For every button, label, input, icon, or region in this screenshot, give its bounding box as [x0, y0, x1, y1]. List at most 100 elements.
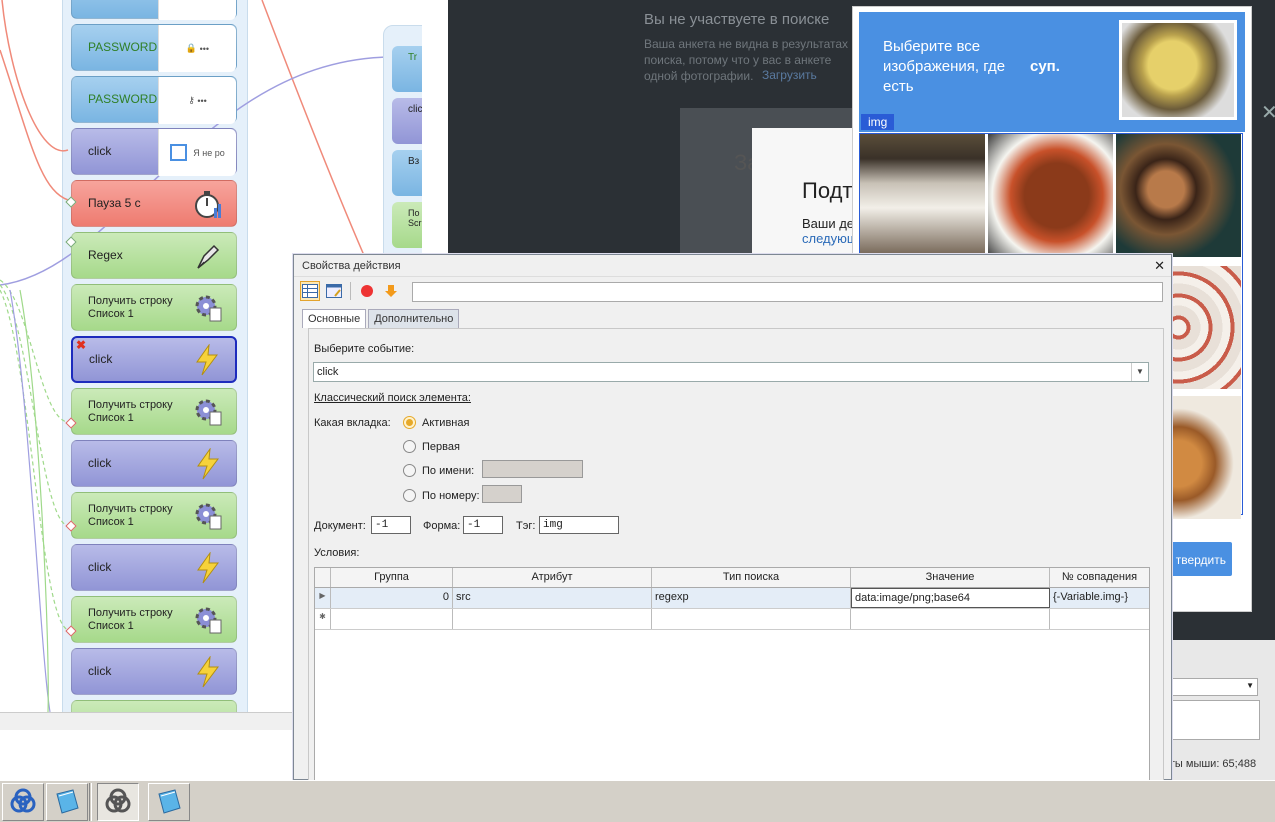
table-row[interactable]: ▶ 0 src regexp data:image/png;base64 {-V… — [315, 588, 1149, 609]
toolbar-input[interactable] — [412, 282, 1163, 302]
radio-by-name[interactable]: По имени: — [403, 464, 474, 477]
toolbar-separator — [350, 282, 351, 300]
tab-additional[interactable]: Дополнительно — [368, 309, 460, 328]
gear-icon — [188, 392, 228, 432]
mouse-coordinates: аты мыши: 65;488 — [1164, 758, 1257, 770]
right-block-4[interactable]: По Scr — [392, 202, 422, 248]
block-label: Regex — [88, 248, 123, 262]
error-icon: ✖ — [76, 338, 87, 352]
tag-input[interactable]: img — [539, 516, 619, 534]
action-block-click[interactable]: click — [71, 544, 237, 591]
event-select[interactable]: click ▼ — [313, 362, 1149, 382]
action-block-get-line[interactable]: Получить строку Список 1 — [71, 492, 237, 539]
right-block-2[interactable]: clic — [392, 98, 422, 144]
column-header-group[interactable]: Группа — [331, 568, 453, 587]
gear-icon — [188, 288, 228, 328]
cell-value[interactable]: data:image/png;base64 — [851, 588, 1050, 608]
column-header-value[interactable]: Значение — [851, 568, 1050, 587]
action-block-get-line[interactable]: Получить строку Список 1 — [71, 284, 237, 331]
chevron-down-icon: ▼ — [1131, 363, 1148, 381]
action-block-password-1[interactable]: PASSWORD 🔒 ••• — [71, 24, 237, 72]
block-thumbnail: 🔒 ••• — [158, 25, 236, 72]
side-status-panel: ▼ аты мыши: 65;488 — [1164, 640, 1275, 780]
cell-search-type[interactable]: regexp — [652, 588, 851, 608]
form-label: Форма: — [423, 520, 461, 532]
dialog-title: Свойства действия — [294, 255, 1171, 277]
cell-group[interactable]: 0 — [331, 588, 453, 608]
block-label: click — [89, 352, 113, 366]
cell-empty[interactable] — [1050, 609, 1149, 629]
action-block-click[interactable]: click — [71, 440, 237, 487]
thumb-text: Я не ро — [193, 147, 225, 158]
status-textbox[interactable] — [1172, 700, 1260, 740]
captcha-tile[interactable] — [1116, 134, 1241, 257]
taskbar-app-notebook-2[interactable] — [148, 783, 190, 821]
tab-name-input[interactable] — [482, 460, 583, 478]
canvas-horizontal-scrollbar[interactable] — [0, 712, 295, 730]
conditions-table[interactable]: Группа Атрибут Тип поиска Значение № сов… — [314, 567, 1150, 782]
gear-icon — [188, 496, 228, 536]
bg-upload-link[interactable]: Загрузить — [762, 68, 817, 82]
radio-first[interactable]: Первая — [403, 440, 460, 453]
radio-by-number-label: По номеру: — [422, 489, 480, 502]
radio-by-number[interactable]: По номеру: — [403, 489, 480, 502]
tab-number-input[interactable] — [482, 485, 522, 503]
close-icon[interactable]: ✕ — [1261, 100, 1275, 125]
arrow-down-icon[interactable] — [381, 281, 401, 301]
action-block-partial[interactable] — [71, 700, 237, 712]
radio-dot — [403, 416, 416, 429]
tab-main[interactable]: Основные — [302, 309, 367, 328]
column-header-attribute[interactable]: Атрибут — [453, 568, 652, 587]
action-block-pause[interactable]: Пауза 5 с — [71, 180, 237, 227]
status-dropdown[interactable]: ▼ — [1172, 678, 1258, 696]
block-label: click — [88, 560, 112, 574]
radio-by-name-label: По имени: — [422, 464, 475, 477]
document-input[interactable]: -1 — [371, 516, 411, 534]
captcha-tile[interactable] — [860, 134, 985, 257]
block-thumbnail: ⚷ ••• — [158, 77, 236, 124]
dialog-tabs: Основные Дополнительно — [302, 309, 461, 328]
table-view-icon[interactable] — [300, 281, 320, 301]
edit-window-icon[interactable] — [324, 281, 344, 301]
table-new-row[interactable]: ✱ — [315, 609, 1149, 630]
action-block-get-line[interactable]: Получить строку Список 1 — [71, 388, 237, 435]
radio-dot — [403, 464, 416, 477]
right-block-3[interactable]: Вз — [392, 150, 422, 196]
second-block-column: Tr clic Вз По Scr — [383, 25, 422, 255]
cell-match[interactable]: {-Variable.img-} — [1050, 588, 1149, 608]
block-label: Получить строку Список 1 — [88, 606, 173, 632]
column-header-search-type[interactable]: Тип поиска — [652, 568, 851, 587]
cell-empty[interactable] — [331, 609, 453, 629]
action-properties-dialog: Свойства действия ✕ Основные Дополнитель… — [293, 254, 1172, 782]
rings-icon — [10, 788, 36, 813]
radio-active[interactable]: Активная — [403, 416, 469, 429]
action-block-click[interactable]: click — [71, 648, 237, 695]
cell-empty[interactable] — [851, 609, 1050, 629]
cell-empty[interactable] — [652, 609, 851, 629]
block-label: Пауза 5 с — [88, 196, 141, 210]
form-input[interactable]: -1 — [463, 516, 503, 534]
key-icon: ⚷ — [188, 95, 198, 105]
cell-empty[interactable] — [453, 609, 652, 629]
captcha-prompt: Выберите все изображения, где есть — [883, 38, 1006, 95]
captcha-tile[interactable] — [988, 134, 1113, 257]
action-block-email[interactable]: ✉ uvai — [71, 0, 237, 20]
stop-icon[interactable] — [357, 281, 377, 301]
action-block-get-line[interactable]: Получить строку Список 1 — [71, 596, 237, 643]
lightning-icon — [187, 340, 227, 380]
notebook-icon — [56, 789, 79, 814]
taskbar-app-notebook[interactable] — [46, 783, 88, 821]
close-icon[interactable]: ✕ — [1154, 258, 1165, 274]
radio-dot — [403, 489, 416, 502]
right-block-1[interactable]: Tr — [392, 46, 422, 92]
action-block-click-captcha[interactable]: click Я не ро — [71, 128, 237, 176]
gear-icon — [188, 600, 228, 640]
action-block-regex[interactable]: Regex — [71, 232, 237, 279]
action-block-click-selected[interactable]: ✖ click — [71, 336, 237, 383]
taskbar-app-zennoposter[interactable] — [2, 783, 44, 821]
column-header-match[interactable]: № совпадения — [1050, 568, 1149, 587]
cell-attribute[interactable]: src — [453, 588, 652, 608]
taskbar-app-project-maker[interactable] — [97, 783, 139, 821]
action-block-password-2[interactable]: PASSWORD ⚷ ••• — [71, 76, 237, 124]
captcha-header: Выберите все изображения, где есть суп. — [859, 12, 1245, 132]
